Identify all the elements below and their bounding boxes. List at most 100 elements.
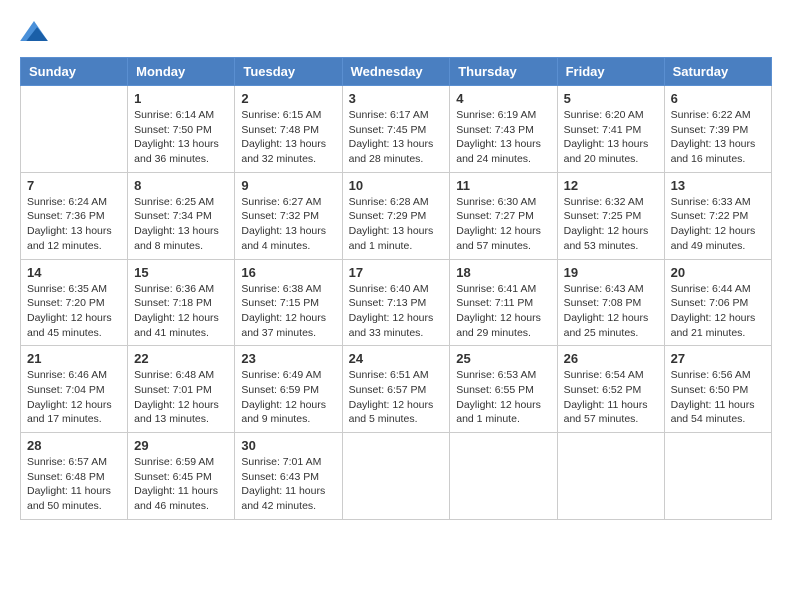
day-info: Sunrise: 6:15 AMSunset: 7:48 PMDaylight:… bbox=[241, 108, 335, 167]
day-number: 15 bbox=[134, 265, 228, 280]
weekday-header-thursday: Thursday bbox=[450, 58, 557, 86]
day-number: 3 bbox=[349, 91, 444, 106]
day-number: 27 bbox=[671, 351, 765, 366]
day-number: 1 bbox=[134, 91, 228, 106]
day-info: Sunrise: 6:27 AMSunset: 7:32 PMDaylight:… bbox=[241, 195, 335, 254]
day-info: Sunrise: 6:53 AMSunset: 6:55 PMDaylight:… bbox=[456, 368, 550, 427]
day-info: Sunrise: 6:20 AMSunset: 7:41 PMDaylight:… bbox=[564, 108, 658, 167]
calendar-cell: 15 Sunrise: 6:36 AMSunset: 7:18 PMDayligh… bbox=[128, 259, 235, 346]
day-info: Sunrise: 6:33 AMSunset: 7:22 PMDaylight:… bbox=[671, 195, 765, 254]
calendar-table: SundayMondayTuesdayWednesdayThursdayFrid… bbox=[20, 57, 772, 520]
day-number: 17 bbox=[349, 265, 444, 280]
calendar-cell: 14 Sunrise: 6:35 AMSunset: 7:20 PMDayligh… bbox=[21, 259, 128, 346]
weekday-header-sunday: Sunday bbox=[21, 58, 128, 86]
calendar-cell: 1 Sunrise: 6:14 AMSunset: 7:50 PMDaylight… bbox=[128, 86, 235, 173]
calendar-cell: 30 Sunrise: 7:01 AMSunset: 6:43 PMDayligh… bbox=[235, 433, 342, 520]
calendar-week-row: 21 Sunrise: 6:46 AMSunset: 7:04 PMDayligh… bbox=[21, 346, 772, 433]
day-info: Sunrise: 7:01 AMSunset: 6:43 PMDaylight:… bbox=[241, 455, 335, 514]
day-number: 20 bbox=[671, 265, 765, 280]
calendar-cell: 22 Sunrise: 6:48 AMSunset: 7:01 PMDayligh… bbox=[128, 346, 235, 433]
calendar-cell: 19 Sunrise: 6:43 AMSunset: 7:08 PMDayligh… bbox=[557, 259, 664, 346]
calendar-cell bbox=[342, 433, 450, 520]
day-info: Sunrise: 6:54 AMSunset: 6:52 PMDaylight:… bbox=[564, 368, 658, 427]
calendar-cell bbox=[557, 433, 664, 520]
day-info: Sunrise: 6:36 AMSunset: 7:18 PMDaylight:… bbox=[134, 282, 228, 341]
calendar-cell: 4Sunrise: 6:19 AMSunset: 7:43 PMDaylight… bbox=[450, 86, 557, 173]
calendar-cell: 16 Sunrise: 6:38 AMSunset: 7:15 PMDayligh… bbox=[235, 259, 342, 346]
day-info: Sunrise: 6:48 AMSunset: 7:01 PMDaylight:… bbox=[134, 368, 228, 427]
day-info: Sunrise: 6:25 AMSunset: 7:34 PMDaylight:… bbox=[134, 195, 228, 254]
day-info: Sunrise: 6:32 AMSunset: 7:25 PMDaylight:… bbox=[564, 195, 658, 254]
calendar-cell: 11Sunrise: 6:30 AMSunset: 7:27 PMDayligh… bbox=[450, 172, 557, 259]
calendar-cell: 21 Sunrise: 6:46 AMSunset: 7:04 PMDayligh… bbox=[21, 346, 128, 433]
calendar-cell: 2 Sunrise: 6:15 AMSunset: 7:48 PMDaylight… bbox=[235, 86, 342, 173]
day-number: 7 bbox=[27, 178, 121, 193]
calendar-cell: 13 Sunrise: 6:33 AMSunset: 7:22 PMDayligh… bbox=[664, 172, 771, 259]
calendar-cell bbox=[450, 433, 557, 520]
day-number: 9 bbox=[241, 178, 335, 193]
calendar-cell: 17 Sunrise: 6:40 AMSunset: 7:13 PMDayligh… bbox=[342, 259, 450, 346]
calendar-cell: 12Sunrise: 6:32 AMSunset: 7:25 PMDayligh… bbox=[557, 172, 664, 259]
weekday-header-friday: Friday bbox=[557, 58, 664, 86]
day-number: 11 bbox=[456, 178, 550, 193]
day-info: Sunrise: 6:59 AMSunset: 6:45 PMDaylight:… bbox=[134, 455, 228, 514]
calendar-week-row: 14 Sunrise: 6:35 AMSunset: 7:20 PMDayligh… bbox=[21, 259, 772, 346]
calendar-cell: 8 Sunrise: 6:25 AMSunset: 7:34 PMDaylight… bbox=[128, 172, 235, 259]
day-info: Sunrise: 6:22 AMSunset: 7:39 PMDaylight:… bbox=[671, 108, 765, 167]
weekday-header-tuesday: Tuesday bbox=[235, 58, 342, 86]
calendar-cell: 25 Sunrise: 6:53 AMSunset: 6:55 PMDayligh… bbox=[450, 346, 557, 433]
day-info: Sunrise: 6:43 AMSunset: 7:08 PMDaylight:… bbox=[564, 282, 658, 341]
day-number: 30 bbox=[241, 438, 335, 453]
day-info: Sunrise: 6:41 AMSunset: 7:11 PMDaylight:… bbox=[456, 282, 550, 341]
day-number: 14 bbox=[27, 265, 121, 280]
day-info: Sunrise: 6:28 AMSunset: 7:29 PMDaylight:… bbox=[349, 195, 444, 254]
day-number: 29 bbox=[134, 438, 228, 453]
logo bbox=[20, 20, 52, 41]
calendar-cell: 6 Sunrise: 6:22 AMSunset: 7:39 PMDaylight… bbox=[664, 86, 771, 173]
day-info: Sunrise: 6:57 AMSunset: 6:48 PMDaylight:… bbox=[27, 455, 121, 514]
weekday-header-monday: Monday bbox=[128, 58, 235, 86]
calendar-cell: 5 Sunrise: 6:20 AMSunset: 7:41 PMDaylight… bbox=[557, 86, 664, 173]
day-info: Sunrise: 6:46 AMSunset: 7:04 PMDaylight:… bbox=[27, 368, 121, 427]
day-number: 26 bbox=[564, 351, 658, 366]
day-number: 16 bbox=[241, 265, 335, 280]
calendar-cell bbox=[664, 433, 771, 520]
calendar-cell: 26 Sunrise: 6:54 AMSunset: 6:52 PMDayligh… bbox=[557, 346, 664, 433]
day-number: 18 bbox=[456, 265, 550, 280]
day-number: 19 bbox=[564, 265, 658, 280]
page-header bbox=[20, 20, 772, 41]
day-info: Sunrise: 6:38 AMSunset: 7:15 PMDaylight:… bbox=[241, 282, 335, 341]
day-info: Sunrise: 6:56 AMSunset: 6:50 PMDaylight:… bbox=[671, 368, 765, 427]
day-info: Sunrise: 6:17 AMSunset: 7:45 PMDaylight:… bbox=[349, 108, 444, 167]
weekday-header-saturday: Saturday bbox=[664, 58, 771, 86]
calendar-week-row: 28 Sunrise: 6:57 AMSunset: 6:48 PMDayligh… bbox=[21, 433, 772, 520]
day-number: 25 bbox=[456, 351, 550, 366]
weekday-header-row: SundayMondayTuesdayWednesdayThursdayFrid… bbox=[21, 58, 772, 86]
day-number: 5 bbox=[564, 91, 658, 106]
day-number: 24 bbox=[349, 351, 444, 366]
day-info: Sunrise: 6:40 AMSunset: 7:13 PMDaylight:… bbox=[349, 282, 444, 341]
day-info: Sunrise: 6:44 AMSunset: 7:06 PMDaylight:… bbox=[671, 282, 765, 341]
day-number: 22 bbox=[134, 351, 228, 366]
day-info: Sunrise: 6:49 AMSunset: 6:59 PMDaylight:… bbox=[241, 368, 335, 427]
day-number: 23 bbox=[241, 351, 335, 366]
day-number: 8 bbox=[134, 178, 228, 193]
day-number: 6 bbox=[671, 91, 765, 106]
day-info: Sunrise: 6:35 AMSunset: 7:20 PMDaylight:… bbox=[27, 282, 121, 341]
calendar-week-row: 1 Sunrise: 6:14 AMSunset: 7:50 PMDaylight… bbox=[21, 86, 772, 173]
logo-icon bbox=[20, 21, 48, 41]
day-info: Sunrise: 6:24 AMSunset: 7:36 PMDaylight:… bbox=[27, 195, 121, 254]
calendar-cell: 18 Sunrise: 6:41 AMSunset: 7:11 PMDayligh… bbox=[450, 259, 557, 346]
day-number: 13 bbox=[671, 178, 765, 193]
day-number: 10 bbox=[349, 178, 444, 193]
day-number: 4 bbox=[456, 91, 550, 106]
day-number: 28 bbox=[27, 438, 121, 453]
calendar-cell: 7 Sunrise: 6:24 AMSunset: 7:36 PMDaylight… bbox=[21, 172, 128, 259]
day-number: 21 bbox=[27, 351, 121, 366]
calendar-cell: 28 Sunrise: 6:57 AMSunset: 6:48 PMDayligh… bbox=[21, 433, 128, 520]
day-info: Sunrise: 6:14 AMSunset: 7:50 PMDaylight:… bbox=[134, 108, 228, 167]
calendar-cell: 9 Sunrise: 6:27 AMSunset: 7:32 PMDaylight… bbox=[235, 172, 342, 259]
calendar-cell: 10 Sunrise: 6:28 AMSunset: 7:29 PMDayligh… bbox=[342, 172, 450, 259]
day-number: 2 bbox=[241, 91, 335, 106]
calendar-cell: 23 Sunrise: 6:49 AMSunset: 6:59 PMDayligh… bbox=[235, 346, 342, 433]
